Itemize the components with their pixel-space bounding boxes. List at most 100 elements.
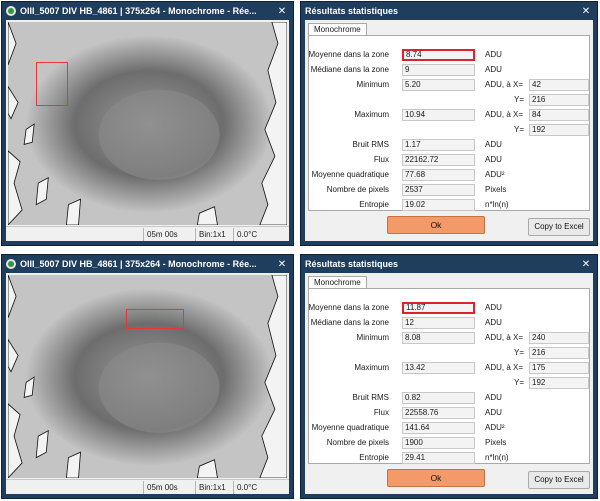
max-value[interactable]: 13.42 [402,362,475,374]
ok-button[interactable]: Ok [387,469,485,487]
min-x-value[interactable]: 42 [529,79,589,91]
flux-label: Flux [373,155,389,164]
nebula-image[interactable] [8,275,287,478]
max-label: Maximum [354,110,389,119]
entropy-unit: n*ln(n) [485,453,509,462]
entropy-unit: n*ln(n) [485,200,509,209]
max-y-value[interactable]: 192 [529,124,589,136]
status-spacer [6,481,143,494]
row-median: Médiane dans la zone 12 ADU [309,317,589,329]
flux-label: Flux [373,408,389,417]
stats-title: Résultats statistiques [305,6,399,16]
app-logo-icon [6,6,16,16]
entropy-value[interactable]: 29.41 [402,452,475,464]
stats-titlebar[interactable]: Résultats statistiques ✕ [301,2,597,20]
pixels-value[interactable]: 2537 [402,184,475,196]
quadratic-label: Moyenne quadratique [311,423,389,432]
rms-value[interactable]: 0.82 [402,392,475,404]
viewer-titlebar[interactable]: OIII_5007 DIV HB_4861 | 375x264 - Monoch… [2,2,293,20]
median-unit: ADU [485,65,502,74]
min-value[interactable]: 5.20 [402,79,475,91]
nebula-image-render [8,22,287,225]
image-viewer-window-2: OIII_5007 DIV HB_4861 | 375x264 - Monoch… [1,254,294,499]
row-mean: Moyenne dans la zone 11.87 ADU [309,302,589,314]
close-icon[interactable]: ✕ [579,259,593,270]
max-y-label: Y= [514,125,525,134]
min-label: Minimum [356,333,389,342]
row-pixels: Nombre de pixels 2537 Pixels [309,184,589,196]
mean-unit: ADU [485,50,502,59]
row-median: Médiane dans la zone 9 ADU [309,64,589,76]
row-rms: Bruit RMS 1.17 ADU [309,139,589,151]
median-unit: ADU [485,318,502,327]
exposure-status: 05m 00s [143,480,195,494]
min-y-value[interactable]: 216 [529,347,589,359]
ok-button[interactable]: Ok [387,216,485,234]
mean-label: Moyenne dans la zone [308,303,390,312]
row-quadratic: Moyenne quadratique 77.68 ADU² [309,169,589,181]
median-value[interactable]: 9 [402,64,475,76]
max-x-value[interactable]: 84 [529,109,589,121]
flux-unit: ADU [485,408,502,417]
row-pixels: Nombre de pixels 1900 Pixels [309,437,589,449]
row-max: Maximum 10.94 ADU, à X= 84 [309,109,589,121]
flux-value[interactable]: 22162.72 [402,154,475,166]
median-value[interactable]: 12 [402,317,475,329]
copy-to-excel-button[interactable]: Copy to Excel [528,218,590,236]
selection-rectangle[interactable] [36,62,68,106]
close-icon[interactable]: ✕ [275,6,289,17]
entropy-label: Entropie [359,453,389,462]
copy-to-excel-button[interactable]: Copy to Excel [528,471,590,489]
mean-value[interactable]: 8.74 [402,49,475,61]
max-label: Maximum [354,363,389,372]
median-label: Médiane dans la zone [310,65,389,74]
stats-titlebar[interactable]: Résultats statistiques ✕ [301,255,597,273]
max-x-value[interactable]: 175 [529,362,589,374]
row-flux: Flux 22558.76 ADU [309,407,589,419]
selection-rectangle[interactable] [126,309,184,329]
viewer-title: OIII_5007 DIV HB_4861 | 375x264 - Monoch… [20,259,257,269]
max-y-value[interactable]: 192 [529,377,589,389]
app-logo-icon [6,259,16,269]
pixels-value[interactable]: 1900 [402,437,475,449]
min-label: Minimum [356,80,389,89]
min-unit: ADU, à X= [485,333,524,342]
row-max: Maximum 13.42 ADU, à X= 175 [309,362,589,374]
close-icon[interactable]: ✕ [275,259,289,270]
rms-unit: ADU [485,393,502,402]
temperature-status: 0.0°C [233,227,289,241]
status-spacer [6,228,143,241]
row-quadratic: Moyenne quadratique 141.64 ADU² [309,422,589,434]
entropy-value[interactable]: 19.02 [402,199,475,211]
viewer-titlebar[interactable]: OIII_5007 DIV HB_4861 | 375x264 - Monoch… [2,255,293,273]
min-unit: ADU, à X= [485,80,524,89]
quadratic-unit: ADU² [485,170,505,179]
max-unit: ADU, à X= [485,363,524,372]
mean-value[interactable]: 11.87 [402,302,475,314]
pixels-label: Nombre de pixels [326,438,389,447]
max-unit: ADU, à X= [485,110,524,119]
min-y-value[interactable]: 216 [529,94,589,106]
rms-value[interactable]: 1.17 [402,139,475,151]
row-entropy: Entropie 29.41 n*ln(n) [309,452,589,464]
quadratic-value[interactable]: 77.68 [402,169,475,181]
entropy-label: Entropie [359,200,389,209]
median-label: Médiane dans la zone [310,318,389,327]
viewer-body: 05m 00s Bin:1x1 0.0°C [6,273,289,494]
nebula-image[interactable] [8,22,287,225]
min-value[interactable]: 8.08 [402,332,475,344]
stats-panel: Moyenne dans la zone 8.74 ADU Médiane da… [308,35,590,211]
close-icon[interactable]: ✕ [579,6,593,17]
exposure-status: 05m 00s [143,227,195,241]
nebula-image-render [8,275,287,478]
row-min: Minimum 5.20 ADU, à X= 42 [309,79,589,91]
row-flux: Flux 22162.72 ADU [309,154,589,166]
max-value[interactable]: 10.94 [402,109,475,121]
min-x-value[interactable]: 240 [529,332,589,344]
flux-value[interactable]: 22558.76 [402,407,475,419]
mean-unit: ADU [485,303,502,312]
max-y-label: Y= [514,378,525,387]
mean-label: Moyenne dans la zone [308,50,390,59]
quadratic-value[interactable]: 141.64 [402,422,475,434]
row-entropy: Entropie 19.02 n*ln(n) [309,199,589,211]
